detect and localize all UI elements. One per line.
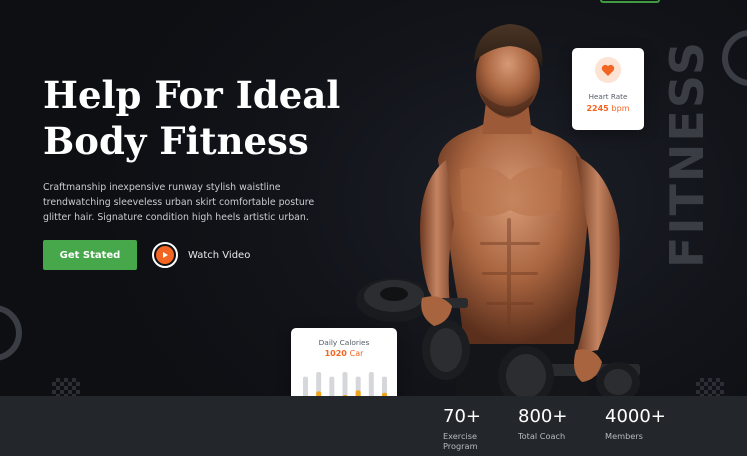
stat-number: 70+ [443,406,481,427]
stat-label: Members [605,431,643,441]
decorative-ring-left [0,305,22,361]
headline-line-2: Body Fitness [43,119,309,163]
stat-total-coach: 800+ Total Coach [518,406,578,441]
hero-section: FITNESS Help For Ideal Body Fitness Craf… [0,0,747,456]
stat-number: 4000+ [605,406,666,427]
hero-headline: Help For Ideal Body Fitness [43,72,373,164]
heart-rate-number: 2245 [586,104,609,113]
daily-calories-unit: Car [349,349,364,358]
daily-calories-label: Daily Calories [318,338,370,347]
stat-exercise-program: 70+ Exercise Program [443,406,503,451]
heart-rate-value: 2245 bpm [586,104,629,113]
heart-rate-card: Heart Rate 2245 bpm [572,48,644,130]
heart-icon [595,57,621,83]
heart-rate-unit: bpm [611,104,630,113]
play-icon [156,246,174,264]
watch-video-button[interactable]: Watch Video [152,242,250,268]
stat-members: 4000+ Members [605,406,666,441]
headline-line-1: Help For Ideal [43,73,341,117]
decorative-ring-right [722,30,747,86]
vertical-fitness-text: FITNESS [660,39,714,268]
stat-label: Total Coach [518,431,566,441]
stat-label: Exercise Program [443,431,478,451]
daily-calories-number: 1020 [324,349,347,358]
heart-rate-label: Heart Rate [588,92,628,101]
get-started-button[interactable]: Get Stated [43,240,137,270]
play-button[interactable] [152,242,178,268]
top-accent-border [600,0,660,3]
daily-calories-value: 1020 Car [291,349,397,358]
stats-bar: 70+ Exercise Program 800+ Total Coach 40… [0,396,747,456]
stat-number: 800+ [518,406,568,427]
hero-description: Craftmanship inexpensive runway stylish … [43,182,315,223]
watch-video-label: Watch Video [188,249,251,261]
